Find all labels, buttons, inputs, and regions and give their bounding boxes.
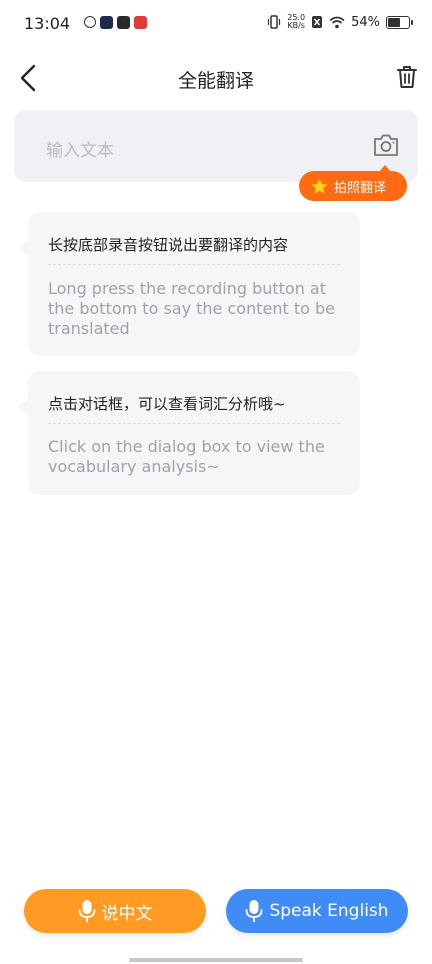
hint-text-chinese: 长按底部录音按钮说出要翻译的内容 xyxy=(48,236,289,254)
home-indicator[interactable] xyxy=(129,958,303,962)
text-input-placeholder[interactable]: 输入文本 xyxy=(46,136,114,161)
status-time: 13:04 xyxy=(24,14,71,33)
battery-percent: 54% xyxy=(351,14,380,30)
page-title: 全能翻译 xyxy=(177,70,254,92)
mic-icon xyxy=(246,900,263,923)
hint-text-english: Click on the dialog box to view the voca… xyxy=(48,437,325,476)
trash-icon[interactable] xyxy=(396,64,418,90)
speak-chinese-button[interactable]: 说中文 xyxy=(24,889,206,933)
speak-chinese-label[interactable]: 说中文 xyxy=(102,899,153,924)
sim-off-icon xyxy=(312,16,323,28)
status-indicators: 25.0 KB/s 54% xyxy=(267,13,413,30)
wifi-icon xyxy=(329,16,345,28)
navigation-bar: 全能翻译 xyxy=(0,54,432,102)
hint-text-chinese: 点击对话框，可以查看词汇分析哦~ xyxy=(48,395,286,413)
photo-translate-button[interactable]: 拍照翻译 xyxy=(299,165,407,201)
status-app-icons xyxy=(84,16,147,29)
status-bar: 13:04 25.0 KB/s 54% xyxy=(0,0,432,50)
app-notification-icon xyxy=(100,16,113,29)
speak-english-button[interactable]: Speak English xyxy=(226,889,408,933)
battery-icon xyxy=(386,15,413,29)
app-notification-icon xyxy=(117,16,130,29)
hint-bubble[interactable]: 点击对话框，可以查看词汇分析哦~ Click on the dialog box… xyxy=(18,371,360,495)
hint-divider xyxy=(48,264,340,265)
photo-translate-label[interactable]: 拍照翻译 xyxy=(334,177,386,196)
vibrate-icon xyxy=(268,15,281,29)
hint-text-english: Long press the recording button at the b… xyxy=(48,279,335,338)
speak-english-label[interactable]: Speak English xyxy=(269,901,388,921)
camera-icon[interactable] xyxy=(372,132,400,158)
net-speed: 25.0 KB/s xyxy=(287,13,306,30)
hint-bubble[interactable]: 长按底部录音按钮说出要翻译的内容 Long press the recordin… xyxy=(18,212,360,356)
battery-level xyxy=(388,17,400,27)
hint-divider xyxy=(48,423,340,424)
app-notification-icon xyxy=(84,16,96,28)
mic-icon xyxy=(78,900,95,923)
star-icon xyxy=(311,178,328,194)
app-notification-icon xyxy=(134,16,147,29)
